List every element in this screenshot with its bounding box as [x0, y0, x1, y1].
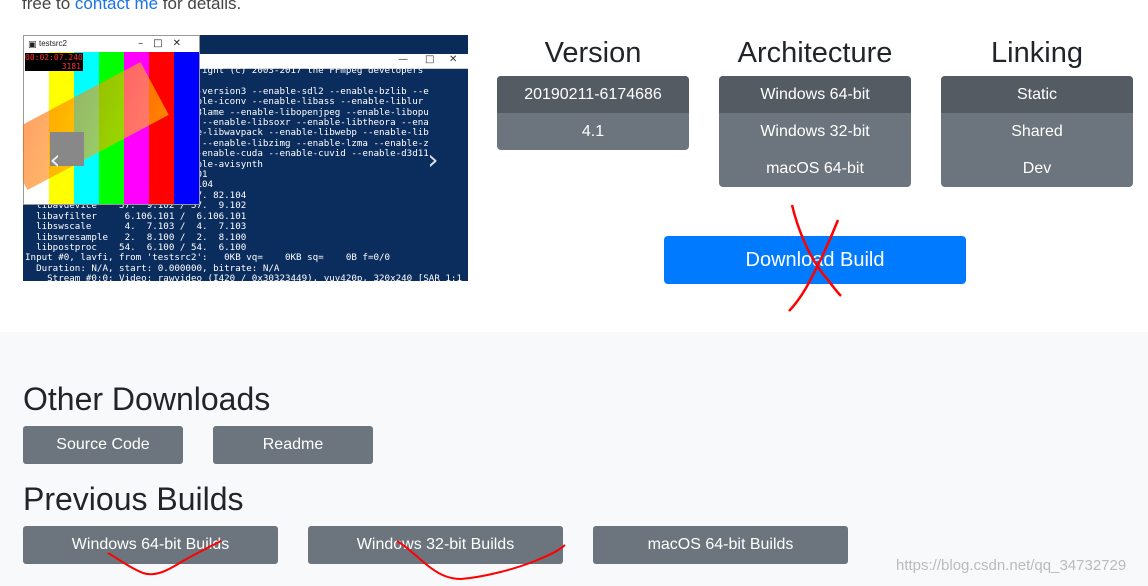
other-downloads-heading: Other Downloads — [23, 381, 271, 417]
close-icon: ✕ — [449, 54, 458, 65]
version-heading: Version — [544, 37, 642, 69]
test-pattern-bar — [174, 52, 199, 204]
linking-options: Static Shared Dev — [941, 76, 1133, 187]
linking-option-static[interactable]: Static — [941, 76, 1133, 113]
chevron-right-icon[interactable]: › — [421, 143, 445, 176]
watermark: https://blog.csdn.net/qq_34732729 — [896, 557, 1127, 574]
macos-64-builds-button[interactable]: macOS 64-bit Builds — [593, 526, 848, 564]
linking-selector: Linking Static Shared Dev — [941, 34, 1133, 187]
linking-option-shared[interactable]: Shared — [941, 113, 1133, 150]
version-options: 20190211-6174686 4.1 — [497, 76, 689, 150]
readme-button[interactable]: Readme — [213, 426, 373, 464]
app-icon: ▣ — [28, 39, 37, 49]
contact-link[interactable]: contact me — [75, 0, 158, 13]
architecture-selector: Architecture Windows 64-bit Windows 32-b… — [719, 34, 911, 187]
download-build-button[interactable]: Download Build — [664, 236, 966, 284]
minimize-icon: — — [398, 54, 408, 65]
source-code-button[interactable]: Source Code — [23, 426, 183, 464]
maximize-icon: □ — [425, 54, 435, 65]
frame-counter: 3181 — [61, 62, 81, 71]
intro-before: free to — [22, 0, 75, 13]
version-option-4-1[interactable]: 4.1 — [497, 113, 689, 150]
arch-option-macos64[interactable]: macOS 64-bit — [719, 150, 911, 187]
timecode-box: 00:02:07.240 3181 — [25, 53, 83, 71]
architecture-options: Windows 64-bit Windows 32-bit macOS 64-b… — [719, 76, 911, 187]
screenshot-carousel: — □ ✕ 3f Copyright (c) 2003-2017 the FFm… — [23, 35, 468, 281]
timecode: 00:02:07.240 — [25, 53, 83, 62]
version-selector: Version 20190211-6174686 4.1 — [497, 34, 689, 150]
windows-32-builds-button[interactable]: Windows 32-bit Builds — [308, 526, 563, 564]
version-option-20190211[interactable]: 20190211-6174686 — [497, 76, 689, 113]
testsrc-window: ▣ testsrc2 –□✕ 00:02:07.240 3181 — [23, 35, 200, 205]
intro-after: for details. — [158, 0, 242, 13]
windows-64-builds-button[interactable]: Windows 64-bit Builds — [23, 526, 278, 564]
arch-option-win64[interactable]: Windows 64-bit — [719, 76, 911, 113]
architecture-heading: Architecture — [737, 37, 893, 69]
previous-builds-heading: Previous Builds — [23, 481, 244, 517]
intro-text: free to contact me for details. — [22, 0, 241, 14]
linking-option-dev[interactable]: Dev — [941, 150, 1133, 187]
test-pattern-bar — [149, 52, 174, 204]
testsrc-titlebar: ▣ testsrc2 –□✕ — [24, 36, 199, 52]
linking-heading: Linking — [991, 37, 1083, 69]
testsrc-title: testsrc2 — [39, 39, 68, 48]
arch-option-win32[interactable]: Windows 32-bit — [719, 113, 911, 150]
window-controls-icon: –□✕ — [138, 38, 191, 49]
chevron-left-icon[interactable]: ‹ — [43, 143, 67, 176]
